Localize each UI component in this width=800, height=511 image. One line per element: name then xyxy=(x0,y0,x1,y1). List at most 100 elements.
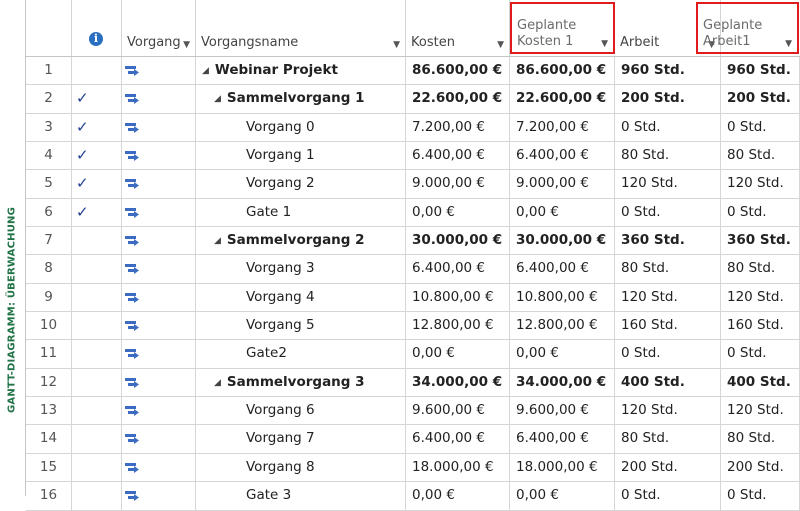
row-number-cell[interactable]: 1 xyxy=(26,57,72,85)
task-mode-cell[interactable] xyxy=(122,85,196,113)
planned-work-cell[interactable]: 360 Std. xyxy=(721,227,800,255)
table-row[interactable]: 13 Vorgang 6 9.600,00 €9.600,00 €120 Std. 1… xyxy=(26,397,800,426)
cost-cell[interactable]: 7.200,00 € xyxy=(406,113,510,142)
planned-work-cell[interactable]: 400 Std. xyxy=(721,368,800,397)
planned-work-cell[interactable]: 80 Std. xyxy=(721,425,800,453)
task-mode-cell[interactable] xyxy=(122,340,196,368)
planned-work-cell[interactable]: 120 Std. xyxy=(721,283,800,312)
work-cell[interactable]: 80 Std. xyxy=(615,425,721,453)
table-row[interactable]: 3 ✓ Vorgang 0 7.200,00 €7.200,00 €0 Std. 0 S… xyxy=(26,113,800,143)
task-mode-cell[interactable] xyxy=(122,312,196,340)
cost-cell[interactable]: 34.000,00 € xyxy=(406,368,510,397)
task-name-cell[interactable]: ◢ Webinar Projekt xyxy=(196,57,406,85)
table-row[interactable]: 14 Vorgang 7 6.400,00 €6.400,00 €80 Std. 80… xyxy=(26,425,800,454)
planned-work-cell[interactable]: 80 Std. xyxy=(721,142,800,170)
work-cell[interactable]: 200 Std. xyxy=(615,453,721,482)
planned-work-column-header[interactable]: Geplante Arbeit1 ▼ xyxy=(696,2,799,54)
row-number-cell[interactable]: 12 xyxy=(26,368,72,397)
work-cell[interactable]: 160 Std. xyxy=(615,312,721,340)
planned-cost-cell[interactable]: 9.000,00 € xyxy=(510,170,615,198)
task-mode-cell[interactable] xyxy=(122,142,196,170)
task-name-cell[interactable]: Vorgang 5 xyxy=(196,312,406,340)
chevron-down-icon[interactable]: ▼ xyxy=(785,39,792,49)
task-name-cell[interactable]: ◢ Sammelvorgang 2 xyxy=(196,227,406,255)
work-cell[interactable]: 120 Std. xyxy=(615,283,721,312)
task-name-cell[interactable]: Vorgang 4 xyxy=(196,283,406,312)
cost-cell[interactable]: 10.800,00 € xyxy=(406,283,510,312)
planned-cost-cell[interactable]: 12.800,00 € xyxy=(510,312,615,340)
cost-cell[interactable]: 0,00 € xyxy=(406,198,510,227)
task-name-cell[interactable]: Vorgang 0 xyxy=(196,113,406,142)
work-cell[interactable]: 0 Std. xyxy=(615,340,721,368)
planned-cost-cell[interactable]: 9.600,00 € xyxy=(510,397,615,425)
row-number-cell[interactable]: 4 xyxy=(26,142,72,170)
planned-work-cell[interactable]: 0 Std. xyxy=(721,113,800,142)
cost-cell[interactable]: 9.000,00 € xyxy=(406,170,510,198)
row-number-cell[interactable]: 5 xyxy=(26,170,72,198)
task-name-cell[interactable]: Vorgang 3 xyxy=(196,255,406,283)
collapse-toggle-icon[interactable]: ◢ xyxy=(214,378,221,388)
task-name-cell[interactable]: ◢ Sammelvorgang 3 xyxy=(196,368,406,397)
row-number-cell[interactable]: 13 xyxy=(26,397,72,425)
cost-cell[interactable]: 0,00 € xyxy=(406,340,510,368)
work-cell[interactable]: 0 Std. xyxy=(615,113,721,142)
planned-cost-cell[interactable]: 18.000,00 € xyxy=(510,453,615,482)
task-mode-cell[interactable] xyxy=(122,425,196,453)
table-row[interactable]: 5 ✓ Vorgang 2 9.000,00 €9.000,00 €120 Std. 1… xyxy=(26,170,800,199)
planned-cost-cell[interactable]: 6.400,00 € xyxy=(510,142,615,170)
task-mode-cell[interactable] xyxy=(122,113,196,142)
planned-cost-column-header[interactable]: Geplante Kosten 1 ▼ xyxy=(510,2,615,54)
planned-cost-cell[interactable]: 34.000,00 € xyxy=(510,368,615,397)
task-name-cell[interactable]: Vorgang 1 xyxy=(196,142,406,170)
planned-work-cell[interactable]: 0 Std. xyxy=(721,198,800,227)
row-number-cell[interactable]: 9 xyxy=(26,283,72,312)
chevron-down-icon[interactable]: ▼ xyxy=(601,39,608,49)
planned-work-cell[interactable]: 120 Std. xyxy=(721,397,800,425)
row-number-cell[interactable]: 8 xyxy=(26,255,72,283)
table-row[interactable]: 4 ✓ Vorgang 1 6.400,00 €6.400,00 €80 Std. 80… xyxy=(26,142,800,171)
cost-cell[interactable]: 18.000,00 € xyxy=(406,453,510,482)
task-mode-cell[interactable] xyxy=(122,453,196,482)
table-row[interactable]: 7 ◢ Sammelvorgang 2 30.000,00 €30.000,00 €3… xyxy=(26,227,800,256)
row-number-cell[interactable]: 2 xyxy=(26,85,72,113)
task-mode-cell[interactable] xyxy=(122,283,196,312)
work-cell[interactable]: 400 Std. xyxy=(615,368,721,397)
task-mode-cell[interactable] xyxy=(122,397,196,425)
work-cell[interactable]: 120 Std. xyxy=(615,397,721,425)
row-number-cell[interactable]: 10 xyxy=(26,312,72,340)
table-row[interactable]: 12 ◢ Sammelvorgang 3 34.000,00 €34.000,00 €… xyxy=(26,368,800,398)
row-number-cell[interactable]: 3 xyxy=(26,113,72,142)
planned-work-cell[interactable]: 160 Std. xyxy=(721,312,800,340)
planned-work-cell[interactable]: 200 Std. xyxy=(721,453,800,482)
planned-cost-cell[interactable]: 0,00 € xyxy=(510,198,615,227)
task-mode-cell[interactable] xyxy=(122,170,196,198)
table-row[interactable]: 10 Vorgang 5 12.800,00 €12.800,00 €160 Std… xyxy=(26,312,800,341)
indicators-column-header[interactable]: i xyxy=(72,0,122,56)
task-mode-column-header[interactable]: Vorgang ▼ xyxy=(122,0,196,56)
task-name-cell[interactable]: Vorgang 7 xyxy=(196,425,406,453)
task-mode-cell[interactable] xyxy=(122,57,196,85)
planned-cost-cell[interactable]: 86.600,00 € xyxy=(510,57,615,85)
planned-cost-cell[interactable]: 10.800,00 € xyxy=(510,283,615,312)
work-cell[interactable]: 0 Std. xyxy=(615,198,721,227)
task-mode-cell[interactable] xyxy=(122,368,196,397)
work-cell[interactable]: 80 Std. xyxy=(615,142,721,170)
task-name-cell[interactable]: Vorgang 8 xyxy=(196,453,406,482)
cost-cell[interactable]: 30.000,00 € xyxy=(406,227,510,255)
row-number-header[interactable] xyxy=(26,0,72,56)
cost-cell[interactable]: 6.400,00 € xyxy=(406,142,510,170)
planned-work-cell[interactable]: 120 Std. xyxy=(721,170,800,198)
row-number-cell[interactable]: 6 xyxy=(26,198,72,227)
planned-work-cell[interactable]: 200 Std. xyxy=(721,85,800,113)
task-name-cell[interactable]: Gate 1 xyxy=(196,198,406,227)
work-cell[interactable]: 200 Std. xyxy=(615,85,721,113)
row-number-cell[interactable]: 14 xyxy=(26,425,72,453)
collapse-toggle-icon[interactable]: ◢ xyxy=(202,66,209,76)
planned-cost-cell[interactable]: 0,00 € xyxy=(510,340,615,368)
work-cell[interactable]: 960 Std. xyxy=(615,57,721,85)
row-number-cell[interactable]: 15 xyxy=(26,453,72,482)
task-mode-cell[interactable] xyxy=(122,227,196,255)
collapse-toggle-icon[interactable]: ◢ xyxy=(214,94,221,104)
chevron-down-icon[interactable]: ▼ xyxy=(183,40,190,50)
work-cell[interactable]: 360 Std. xyxy=(615,227,721,255)
